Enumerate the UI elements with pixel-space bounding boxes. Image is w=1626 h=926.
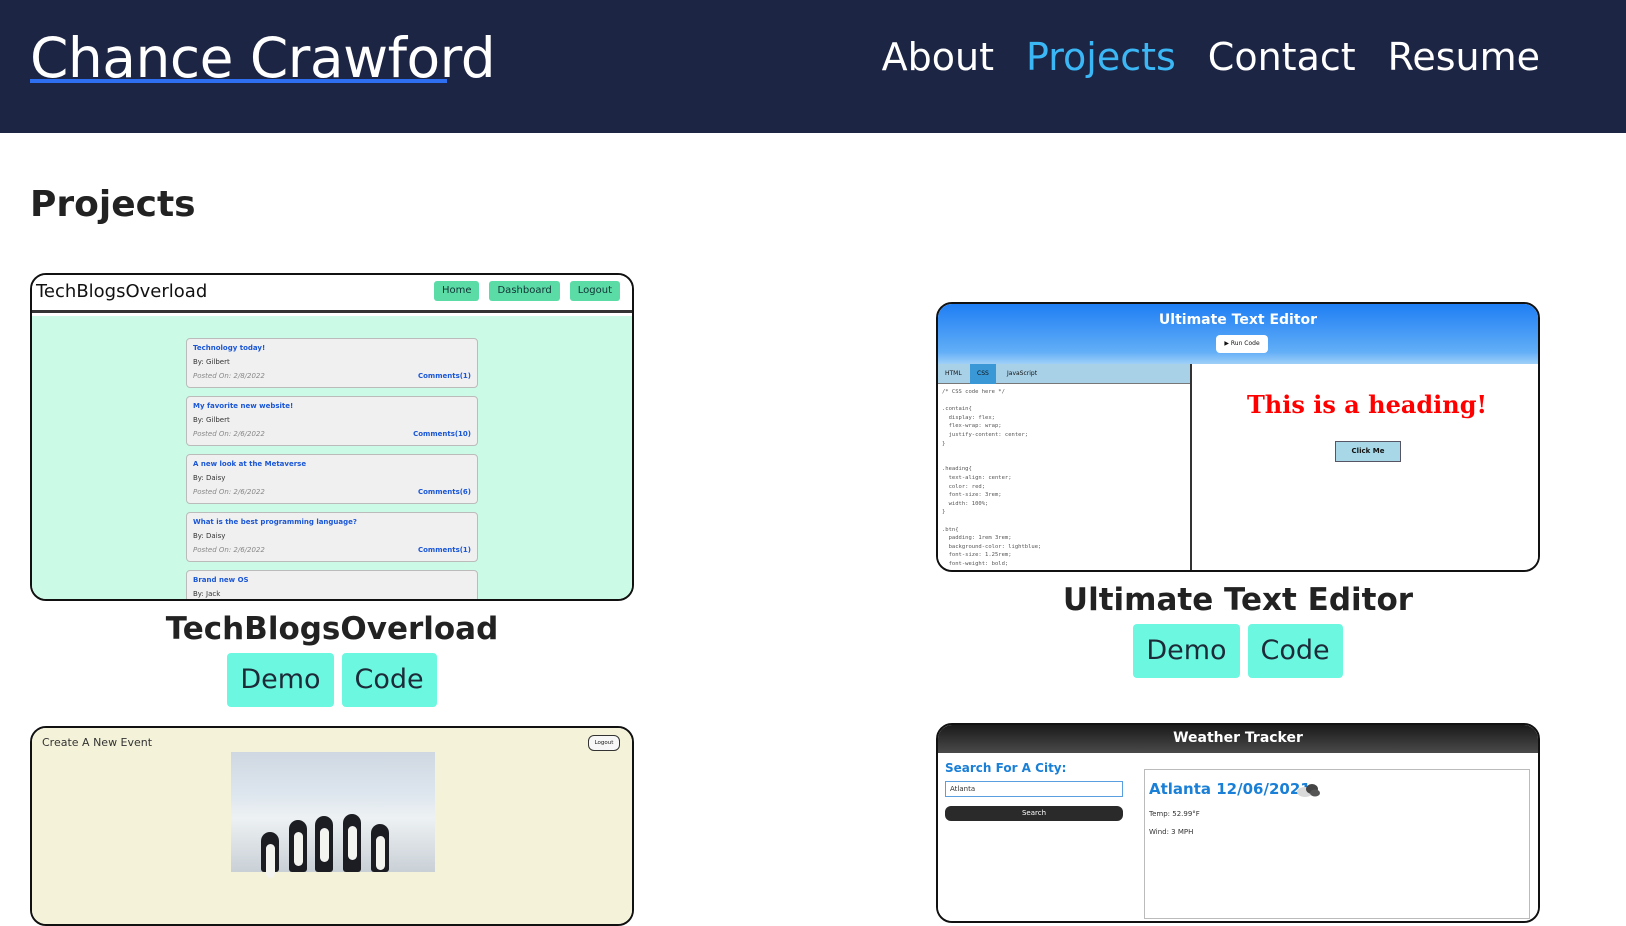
tb-post-title: What is the best programming language?	[193, 518, 357, 526]
tb-post-comments: Comments(10)	[413, 430, 471, 438]
tb-post: My favorite new website! By: Gilbert Pos…	[186, 396, 478, 446]
project-title: TechBlogsOverload	[165, 611, 499, 647]
ute-code-editor: HTML CSS JavaScript /* CSS code here */ …	[938, 364, 1192, 570]
tb-post-author: By: Gilbert	[193, 416, 230, 424]
site-header: Chance Crawford About Projects Contact R…	[0, 0, 1626, 133]
wt-search-button: Search	[945, 806, 1123, 821]
tb-nav-dashboard: Dashboard	[489, 281, 560, 301]
project-actions: Demo Code	[936, 624, 1540, 678]
tb-post-author: By: Gilbert	[193, 358, 230, 366]
tb-post-comments: Comments(1)	[417, 546, 471, 554]
tb-post-author: By: Jack	[193, 590, 221, 598]
ev-logout: Logout	[588, 735, 620, 751]
wt-city-date: Atlanta 12/06/2021	[1149, 780, 1311, 798]
ute-code: /* CSS code here */ .contain{ display: f…	[942, 389, 1042, 570]
cloud-icon	[1297, 784, 1320, 797]
ute-header: Ultimate Text Editor ▶ Run Code	[938, 304, 1538, 364]
ute-tab-css: CSS	[970, 364, 996, 384]
nav-projects[interactable]: Projects	[1026, 32, 1176, 82]
ute-preview: This is a heading! Click Me	[1194, 364, 1538, 570]
wt-search-label: Search For A City:	[945, 761, 1067, 775]
project-screenshot-weather-tracker[interactable]: Weather Tracker Search For A City: Atlan…	[936, 723, 1540, 923]
nav-contact[interactable]: Contact	[1208, 32, 1356, 82]
tb-post-list: Technology today! By: Gilbert Posted On:…	[32, 316, 632, 599]
ute-run-button: ▶ Run Code	[1216, 335, 1268, 353]
tb-post-date: Posted On: 2/6/2022	[193, 430, 265, 438]
tb-nav-home: Home	[433, 281, 480, 301]
nav-about[interactable]: About	[882, 32, 994, 82]
project-actions: Demo Code	[30, 653, 634, 707]
tb-post-title: Technology today!	[193, 344, 266, 352]
wt-search-input: Atlanta	[945, 781, 1123, 797]
tb-nav-logout: Logout	[569, 281, 620, 301]
ute-title: Ultimate Text Editor	[1158, 312, 1318, 328]
penguin-figure	[371, 824, 389, 872]
penguin-figure	[343, 814, 361, 872]
ute-tab-javascript: JavaScript	[1007, 370, 1038, 377]
demo-button[interactable]: Demo	[227, 653, 334, 707]
wt-temp: Temp: 52.99°F	[1149, 810, 1200, 818]
project-screenshot-techblogsoverload[interactable]: TechBlogsOverload Home Dashboard Logout …	[30, 273, 634, 601]
tb-post-title: A new look at the Metaverse	[193, 460, 307, 468]
ute-preview-button: Click Me	[1335, 441, 1401, 462]
main-nav: About Projects Contact Resume	[882, 32, 1540, 82]
tb-post-comments: Comments(6)	[417, 488, 471, 496]
project-screenshot-event-planner[interactable]: Create A New Event Logout	[30, 726, 634, 926]
project-screenshot-ultimate-text-editor[interactable]: Ultimate Text Editor ▶ Run Code HTML CSS…	[936, 302, 1540, 572]
code-button[interactable]: Code	[1247, 624, 1343, 678]
penguin-figure	[261, 832, 279, 878]
tb-post-date: Posted On: 2/8/2022	[193, 372, 265, 380]
tb-post-author: By: Daisy	[193, 532, 226, 540]
penguin-figure	[289, 820, 307, 872]
brand-underline	[30, 79, 447, 83]
tb-brand: TechBlogsOverload	[36, 281, 208, 302]
tb-post-date: Posted On: 2/6/2022	[193, 488, 265, 496]
tb-post: What is the best programming language? B…	[186, 512, 478, 562]
ute-tab-html: HTML	[945, 370, 962, 377]
tb-post: Technology today! By: Gilbert Posted On:…	[186, 338, 478, 388]
ev-body: Create A New Event Logout	[32, 728, 632, 924]
penguin-figure	[315, 816, 333, 872]
wt-body: Search For A City: Atlanta Search Atlant…	[938, 753, 1538, 921]
tb-post: Brand new OS By: Jack	[186, 570, 478, 599]
tb-post-date: Posted On: 2/6/2022	[193, 546, 265, 554]
page-title: Projects	[30, 184, 196, 225]
ute-tabs: HTML CSS JavaScript	[938, 364, 1190, 384]
tb-post-title: My favorite new website!	[193, 402, 294, 410]
wt-forecast-panel: Atlanta 12/06/2021 Temp: 52.99°F Wind: 3…	[1144, 769, 1530, 919]
project-title: Ultimate Text Editor	[1062, 582, 1414, 618]
wt-header: Weather Tracker	[938, 725, 1538, 753]
penguins-image	[231, 752, 435, 878]
code-button[interactable]: Code	[341, 653, 437, 707]
ev-title: Create A New Event	[42, 736, 153, 749]
demo-button[interactable]: Demo	[1133, 624, 1240, 678]
ute-preview-heading: This is a heading!	[1246, 390, 1488, 419]
wt-wind: Wind: 3 MPH	[1149, 828, 1194, 836]
tb-post-author: By: Daisy	[193, 474, 226, 482]
tb-header: TechBlogsOverload Home Dashboard Logout	[32, 275, 632, 313]
tb-post: A new look at the Metaverse By: Daisy Po…	[186, 454, 478, 504]
wt-title: Weather Tracker	[1173, 730, 1303, 746]
tb-nav: Home Dashboard Logout	[433, 281, 620, 301]
tb-post-title: Brand new OS	[193, 576, 249, 584]
tb-post-comments: Comments(1)	[417, 372, 471, 380]
nav-resume[interactable]: Resume	[1388, 32, 1540, 82]
